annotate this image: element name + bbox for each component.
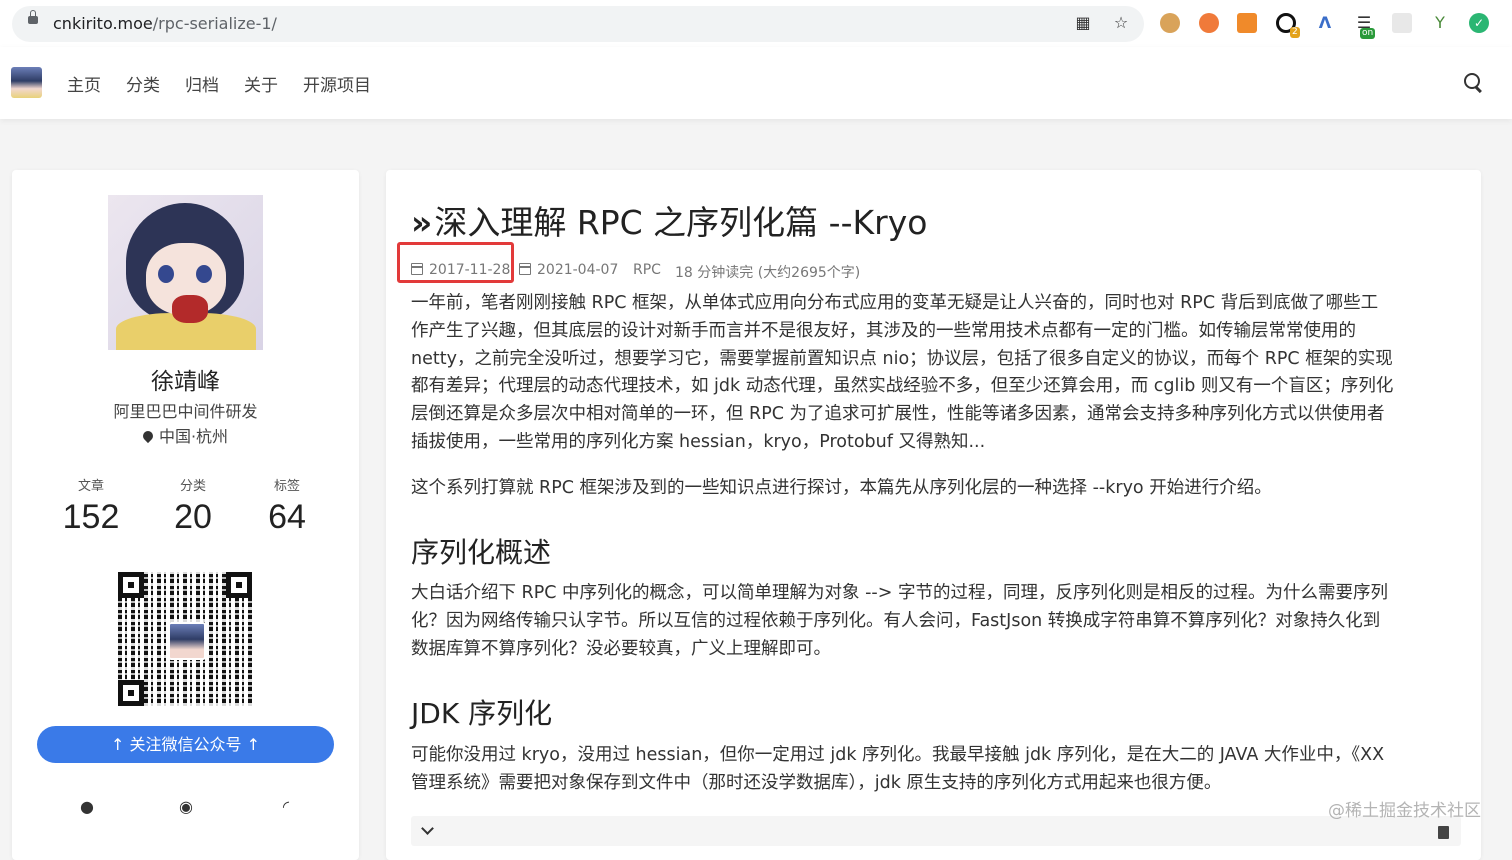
stat-value-categories[interactable]: 20 [143,498,243,537]
wechat-qr-code [118,572,252,706]
published-date-text: 2017-11-28 [429,262,511,278]
stat-value-tags[interactable]: 64 [237,498,337,537]
intro-line: 作产生了兴趣，但其底层的设计对新手而言并不是很友好，其涉及的一些常用技术点都有一… [411,320,1356,341]
watermark: @稀土掘金技术社区 [1328,801,1481,821]
published-date: 2017-11-28 [411,262,510,278]
series-note: 这个系列打算就 RPC 框架涉及到的一些知识点进行探讨，本篇先从序列化层的一种选… [411,478,1272,498]
stat-label-categories[interactable]: 分类 [153,475,233,494]
profile-card: 徐靖峰 阿里巴巴中间件研发 中国·杭州 文章 152 分类 20 标签 64 ↑… [12,170,359,860]
nav-home[interactable]: 主页 [67,71,101,96]
author-name: 徐靖峰 [151,369,220,395]
lock-icon [28,10,38,24]
extension-badge-on: on [1360,28,1376,39]
section1-line: 化？因为网络传输只认字节。所以互信的过程依赖于序列化。有人会问，FastJson… [411,610,1381,631]
chart-extension-icon[interactable] [1237,13,1257,33]
author-title: 阿里巴巴中间件研发 [113,402,258,421]
nav-open-source[interactable]: 开源项目 [303,71,371,96]
intro-line: 一年前，笔者刚刚接触 RPC 框架，从单体式应用向分布式应用的变革无疑是让人兴奋… [411,293,1379,313]
article-title[interactable]: »深入理解 RPC 之序列化篇 --Kryo [411,196,927,244]
article-card: »深入理解 RPC 之序列化篇 --Kryo 2017-11-28 2021-0… [386,170,1481,860]
cookie-extension-icon[interactable] [1160,13,1180,33]
blank-extension-icon[interactable] [1392,13,1412,33]
url-domain: cnkirito.moe [53,14,153,33]
intro-paragraph: 一年前，笔者刚刚接触 RPC 框架，从单体式应用向分布式应用的变革无疑是让人兴奋… [411,290,1461,457]
section1-line: 数据库算不算序列化？没必要较真，广义上理解即可。 [411,638,831,659]
section2-paragraph: 可能你没用过 kryo，没用过 hessian，但你一定用过 jdk 序列化。我… [411,742,1461,798]
updated-date-text: 2021-04-07 [537,262,619,278]
search-icon[interactable] [1464,73,1480,89]
site-navbar: 主页 分类 归档 关于 开源项目 [0,47,1512,119]
intro-line: netty，之前完全没听过，想要学习它，需要掌握前置知识点 nio；协议层，包括… [411,348,1393,369]
stat-label-articles[interactable]: 文章 [51,475,131,494]
url-path: /rpc-serialize-1/ [152,14,277,33]
author-location: 中国·杭州 [12,423,359,447]
leaf-extension-icon[interactable]: Y [1430,13,1450,33]
url-text[interactable]: cnkirito.moe/rpc-serialize-1/ [53,14,277,33]
check-extension-icon[interactable]: ✓ [1469,13,1489,33]
profile-avatar [108,195,263,350]
article-title-text: 深入理解 RPC 之序列化篇 --Kryo [434,203,928,242]
double-chevron-icon: » [411,203,433,242]
intro-line: 都有差异；代理层的动态代理技术，如 jdk 动态代理，虽然实战经验不多，但至少还… [411,376,1394,397]
section2-line: 可能你没用过 kryo，没用过 hessian，但你一定用过 jdk 序列化。我… [411,745,1385,765]
lifebuoy-extension-icon[interactable] [1199,13,1219,33]
bookmark-star-icon[interactable]: ☆ [1111,13,1131,33]
chevron-down-icon[interactable] [421,822,434,835]
read-time: 18 分钟读完 (大约2695个字) [675,265,861,281]
site-logo-avatar[interactable] [11,67,42,98]
github-icon[interactable]: ● [77,797,97,817]
article-category-link[interactable]: RPC [633,262,661,278]
follow-wechat-button[interactable]: ↑ 关注微信公众号 ↑ [37,726,334,763]
intro-line: 层倒还算是众多层次中相对简单的一环，但 RPC 为了追求可扩展性，性能等诸多因素… [411,404,1385,425]
calendar-check-icon [519,263,531,275]
stat-value-articles[interactable]: 152 [41,498,141,537]
qr-code-icon[interactable]: ▦ [1073,13,1093,33]
location-pin-icon [140,428,156,444]
nav-about[interactable]: 关于 [244,71,278,96]
nav-categories[interactable]: 分类 [126,71,160,96]
copy-icon[interactable] [1438,826,1449,839]
section1-paragraph: 大白话介绍下 RPC 中序列化的概念，可以简单理解为对象 --> 字节的过程，同… [411,580,1461,663]
browser-toolbar: cnkirito.moe/rpc-serialize-1/ ▦ ☆ 2 Λ ☰ … [0,0,1512,48]
qr-center-logo [168,622,206,660]
wechat-icon[interactable]: ◉ [176,797,196,817]
code-block-header [411,816,1461,846]
calendar-icon [411,263,423,275]
rss-icon[interactable]: ◜ [276,797,296,817]
section-heading-serialization-overview: 序列化概述 [411,536,552,569]
section-heading-jdk-serialization: JDK 序列化 [411,697,553,730]
stat-label-tags[interactable]: 标签 [247,475,327,494]
nav-archives[interactable]: 归档 [185,71,219,96]
intro-line: 插拔使用，一些常用的序列化方案 hessian，kryo，Protobuf 又得… [411,431,986,452]
updated-date: 2021-04-07 [519,262,618,278]
extension-badge: 2 [1290,27,1300,38]
section1-line: 大白话介绍下 RPC 中序列化的概念，可以简单理解为对象 --> 字节的过程，同… [411,583,1388,603]
section2-line: 管理系统》需要把对象保存到文件中（那时还没学数据库），jdk 原生支持的序列化方… [411,772,1222,793]
lambda-extension-icon[interactable]: Λ [1315,13,1335,33]
location-text: 中国·杭州 [158,427,229,446]
